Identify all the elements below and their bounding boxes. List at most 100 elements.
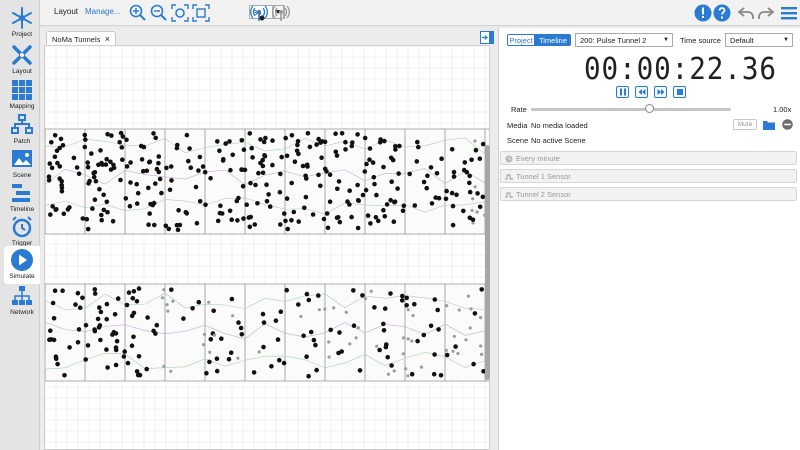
fixture-node (171, 299, 175, 303)
manage-link[interactable]: Manage... (85, 7, 121, 16)
fixture-node (197, 154, 203, 160)
fixture-node (467, 189, 473, 195)
fixture-node (322, 139, 328, 145)
zoom-in-icon[interactable] (129, 4, 147, 22)
broadcast-icon[interactable] (272, 4, 290, 22)
sidebar-item-timeline[interactable]: Timeline (6, 181, 38, 217)
zoom-out-icon[interactable] (150, 4, 168, 22)
fixture-node (273, 318, 279, 324)
fixture-node (337, 219, 343, 225)
hamburger-menu-icon[interactable] (780, 4, 798, 22)
fixture-node (389, 363, 394, 368)
rewind-button[interactable] (635, 86, 648, 98)
fixture-node (169, 287, 174, 292)
fixture-node (376, 218, 381, 224)
fixture-node (480, 352, 484, 356)
fast-forward-button[interactable] (654, 86, 667, 98)
rate-slider-handle[interactable] (645, 104, 654, 113)
time-source-select[interactable]: Default ▼ (725, 33, 793, 47)
fixture-node (375, 344, 379, 348)
fixture-node (99, 212, 104, 218)
fixture-node (75, 290, 81, 296)
fixture-node (363, 296, 367, 301)
broadcast-active-icon[interactable] (250, 4, 268, 22)
pause-button[interactable] (616, 86, 629, 98)
close-icon[interactable]: × (105, 34, 110, 44)
trigger-label: Tunnel 1 Sensor (516, 172, 571, 181)
alarm-clock-icon (12, 216, 32, 238)
fixture-node (389, 179, 395, 184)
fixture-node (54, 148, 60, 153)
pulse-signal-icon (505, 192, 513, 198)
fixture-node (131, 310, 137, 316)
sidebar-item-label: Simulate (9, 273, 35, 280)
sidebar-item-layout[interactable]: Layout (6, 43, 38, 79)
fixture-node (145, 315, 150, 320)
canvas-scrollbar[interactable] (485, 145, 490, 380)
fixture-node (57, 176, 62, 181)
sidebar-item-patch[interactable]: Patch (6, 113, 38, 149)
alert-icon[interactable] (694, 4, 712, 22)
trigger-tunnel-1-sensor[interactable]: Tunnel 1 Sensor (500, 169, 797, 183)
fixture-node (367, 157, 372, 162)
detach-panel-icon[interactable] (480, 31, 494, 44)
fixture-node (257, 350, 261, 354)
remove-icon[interactable] (782, 119, 793, 130)
fixture-node (310, 212, 316, 217)
fixture-node (227, 139, 232, 144)
fixture-node (162, 364, 166, 368)
fixture-node (318, 183, 323, 189)
fixture-node (424, 185, 430, 191)
sidebar-item-label: Scene (12, 172, 32, 179)
sidebar-item-mapping[interactable]: Mapping (6, 78, 38, 114)
fixture-node (221, 157, 226, 162)
fixture-node (435, 307, 441, 313)
fixture-node (134, 181, 139, 187)
fixture-node (362, 169, 368, 174)
tab-noma-tunnels[interactable]: NoMa Tunnels × (46, 31, 116, 46)
fixture-node (184, 132, 190, 138)
rate-slider[interactable] (531, 108, 731, 111)
fixture-node (401, 203, 407, 209)
undo-icon[interactable] (737, 4, 755, 22)
fixture-node (248, 180, 253, 186)
sidebar-item-simulate[interactable]: Simulate (4, 246, 40, 284)
mute-button[interactable]: Mute (733, 119, 757, 130)
fixture-node (260, 170, 266, 176)
tab-timeline[interactable]: Timeline (535, 34, 571, 46)
redo-icon[interactable] (757, 4, 775, 22)
trigger-tunnel-2-sensor[interactable]: Tunnel 2 Sensor (500, 187, 797, 201)
media-label: Media (507, 121, 528, 130)
fixture-node (304, 176, 309, 181)
rate-label: Rate (511, 105, 527, 114)
fixture-node (319, 155, 324, 160)
image-icon (12, 150, 32, 167)
folder-icon[interactable] (763, 119, 775, 130)
fixture-node (372, 181, 377, 187)
fixture-node (355, 182, 360, 188)
fixture-node (141, 144, 147, 150)
fixture-node (452, 334, 456, 338)
layout-canvas[interactable] (44, 45, 490, 450)
fixture-node (46, 174, 52, 179)
fixture-node (67, 345, 72, 350)
tab-project[interactable]: Project (507, 34, 535, 46)
fixture-node (279, 154, 284, 160)
fixture-node (477, 156, 483, 161)
zoom-selection-icon[interactable] (192, 4, 210, 22)
sidebar-item-project[interactable]: Project (6, 6, 38, 42)
timeline-select[interactable]: 200: Pulse Tunnel 2 ▼ (575, 33, 673, 47)
time-source-value: Default (730, 36, 754, 45)
zoom-fit-icon[interactable] (171, 4, 189, 22)
fixture-node (200, 164, 206, 169)
sidebar-item-scene[interactable]: Scene (6, 147, 38, 183)
fixture-node (284, 196, 290, 201)
stop-button[interactable] (673, 86, 686, 98)
fixture-node (85, 160, 90, 165)
fixture-node (110, 219, 116, 224)
help-icon[interactable] (713, 4, 731, 22)
fixture-node (388, 291, 393, 296)
fixture-node (421, 179, 427, 185)
trigger-every-minute[interactable]: Every minute (500, 151, 797, 165)
sidebar-item-network[interactable]: Network (6, 284, 38, 320)
